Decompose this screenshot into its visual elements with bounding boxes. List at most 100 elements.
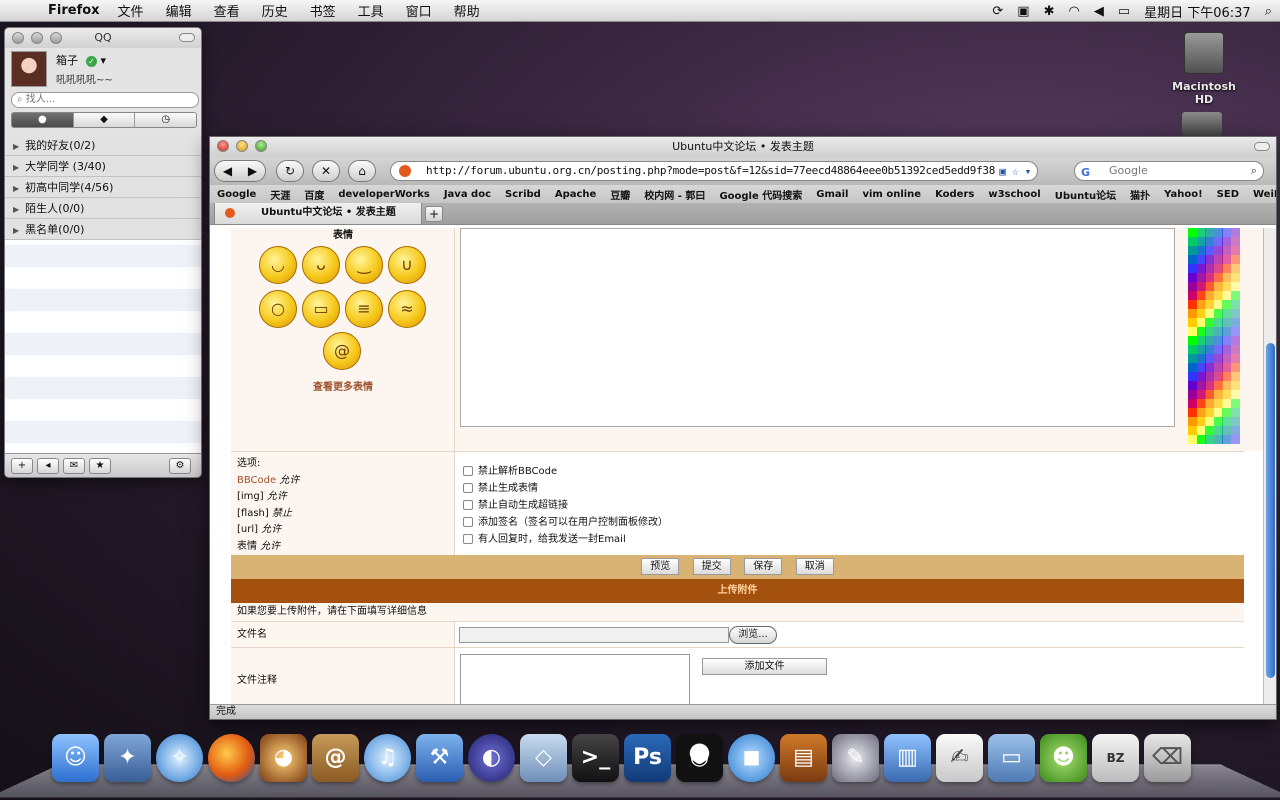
search-icon[interactable]: ⌕ [1251, 162, 1257, 180]
color-swatch[interactable] [1230, 381, 1240, 390]
bookmark-item[interactable]: Scribd [505, 189, 541, 200]
firefox-icon[interactable] [208, 734, 255, 782]
toolbar-toggle-button[interactable] [179, 33, 195, 42]
search-input[interactable]: G Google ⌕ [1074, 161, 1264, 181]
address-book-icon[interactable]: @ [312, 734, 359, 782]
add-file-button[interactable]: 添加文件 [702, 658, 827, 675]
color-swatch[interactable] [1230, 228, 1240, 237]
bookmark-item[interactable]: Yahoo! [1164, 189, 1203, 200]
disable-bbcode-checkbox[interactable] [463, 466, 473, 476]
save-button[interactable]: 保存 [744, 558, 783, 575]
reload-button[interactable]: ↻ [276, 160, 304, 182]
bookmark-item[interactable]: 校内网 - 郭曰 [644, 187, 705, 202]
vertical-scrollbar[interactable] [1263, 228, 1276, 706]
color-swatch[interactable] [1230, 426, 1240, 435]
color-swatch[interactable] [1230, 327, 1240, 336]
notify-email-label[interactable]: 有人回复时，给我发送一封Email [478, 534, 626, 545]
blush-emoticon-icon[interactable]: ‿ [345, 246, 383, 284]
bookmark-item[interactable]: 猫扑 [1130, 187, 1150, 202]
scrollbar-thumb[interactable] [1266, 343, 1275, 678]
menu-edit[interactable]: 编辑 [166, 1, 192, 20]
online-status-icon[interactable]: ✓ [86, 55, 97, 67]
groups-tab-icon[interactable]: ◆ [73, 113, 136, 127]
chuckle-emoticon-icon[interactable]: ≈ [388, 290, 426, 328]
cancel-button[interactable]: 取消 [795, 558, 834, 575]
bookmark-item[interactable]: Google [217, 189, 256, 200]
color-swatch[interactable] [1230, 336, 1240, 345]
sound-icon[interactable]: ◂ [37, 457, 59, 474]
bookmark-item[interactable]: Java doc [444, 189, 491, 200]
keynote-icon[interactable]: ▤ [780, 734, 827, 782]
bookmark-item[interactable]: Koders [935, 189, 974, 200]
color-swatch[interactable] [1230, 246, 1240, 255]
virtualbox-icon[interactable]: ◇ [520, 734, 567, 782]
trash-icon[interactable]: ⌫ [1144, 734, 1191, 782]
macintosh-hd[interactable]: Macintosh HD [1164, 32, 1244, 106]
cover-mouth-emoticon-icon[interactable]: ∪ [388, 246, 426, 284]
bookmark-item[interactable]: Google 代码搜索 [719, 187, 802, 202]
color-swatch[interactable] [1230, 300, 1240, 309]
group-blacklist[interactable]: 黑名单(0/0) [5, 219, 201, 240]
stop-button[interactable]: ✕ [312, 160, 340, 182]
color-swatch[interactable] [1230, 264, 1240, 273]
color-swatch[interactable] [1230, 417, 1240, 426]
color-swatch[interactable] [1230, 372, 1240, 381]
back-icon[interactable]: ◀ [223, 164, 232, 178]
disable-links-checkbox[interactable] [463, 500, 473, 510]
url-bar[interactable]: http://forum.ubuntu.org.cn/posting.php?m… [390, 161, 1038, 181]
color-swatch[interactable] [1230, 435, 1240, 444]
zoom-button[interactable] [255, 140, 267, 152]
color-swatch[interactable] [1230, 345, 1240, 354]
volume-icon[interactable]: ◀ [1094, 4, 1104, 19]
bz-archive-icon[interactable]: BZ [1092, 734, 1139, 782]
bluetooth-icon[interactable]: ✱ [1044, 4, 1055, 19]
chevron-down-icon[interactable]: ▾ [101, 54, 107, 67]
tab-ubuntu-forum[interactable]: Ubuntu中文论坛 • 发表主题 [214, 203, 422, 225]
terminal-icon[interactable]: >_ [572, 734, 619, 782]
attach-signature-label[interactable]: 添加签名（签名可以在用户控制面板修改） [478, 517, 668, 528]
tongue-emoticon-icon[interactable]: ᴗ [302, 246, 340, 284]
toolbar-toggle-button[interactable] [1254, 142, 1270, 151]
browse-button[interactable]: 浏览... [729, 626, 777, 644]
new-tab-button[interactable]: + [425, 206, 443, 222]
color-swatch[interactable] [1230, 363, 1240, 372]
menu-tools[interactable]: 工具 [358, 1, 384, 20]
bookmark-item[interactable]: vim online [862, 189, 921, 200]
menu-file[interactable]: 文件 [118, 1, 144, 20]
bookmark-item[interactable]: 百度 [304, 187, 324, 202]
star-icon[interactable]: ★ [89, 457, 111, 474]
downloads-icon[interactable]: ☻ [1040, 734, 1087, 782]
ichat-icon[interactable]: ◼ [728, 734, 775, 782]
group-strangers[interactable]: 陌生人(0/0) [5, 198, 201, 219]
bookmark-item[interactable]: WeiPhone [1253, 189, 1276, 200]
firefox-titlebar[interactable]: Ubuntu中文论坛 • 发表主题 [210, 137, 1276, 157]
menu-app-name[interactable]: Firefox [48, 3, 100, 18]
wifi-icon[interactable]: ◠ [1068, 4, 1079, 19]
home-button[interactable]: ⌂ [348, 160, 376, 182]
color-swatch[interactable] [1230, 282, 1240, 291]
color-swatch[interactable] [1230, 318, 1240, 327]
sweat-emoticon-icon[interactable]: ▭ [302, 290, 340, 328]
submit-button[interactable]: 提交 [692, 558, 731, 575]
message-textarea[interactable] [460, 228, 1175, 427]
adium-icon[interactable]: ◕ [260, 734, 307, 782]
menu-window[interactable]: 窗口 [406, 1, 432, 20]
color-swatch[interactable] [1230, 309, 1240, 318]
photoshop-icon[interactable]: Ps [624, 734, 671, 782]
bookmark-item[interactable]: 天涯 [270, 187, 290, 202]
menu-clock[interactable]: 星期日 下午06:37 [1144, 2, 1251, 21]
group-highschool[interactable]: 初高中同学(4/56) [5, 177, 201, 198]
bookmark-item[interactable]: Apache [555, 189, 596, 200]
close-button[interactable] [12, 32, 24, 44]
qq-titlebar[interactable]: QQ [5, 28, 201, 48]
menu-view[interactable]: 查看 [214, 1, 240, 20]
bookmark-item[interactable]: Gmail [816, 189, 848, 200]
close-button[interactable] [217, 140, 229, 152]
xcode-icon[interactable]: ⚒ [416, 734, 463, 782]
battery-icon[interactable]: ▭ [1118, 4, 1130, 19]
grin-emoticon-icon[interactable]: ≡ [345, 290, 383, 328]
documents-folder-icon[interactable]: ▭ [988, 734, 1035, 782]
textedit-icon[interactable]: ✍ [936, 734, 983, 782]
recent-tab-icon[interactable]: ◷ [135, 113, 196, 127]
spotlight-icon[interactable]: ⌕ [1265, 4, 1272, 19]
